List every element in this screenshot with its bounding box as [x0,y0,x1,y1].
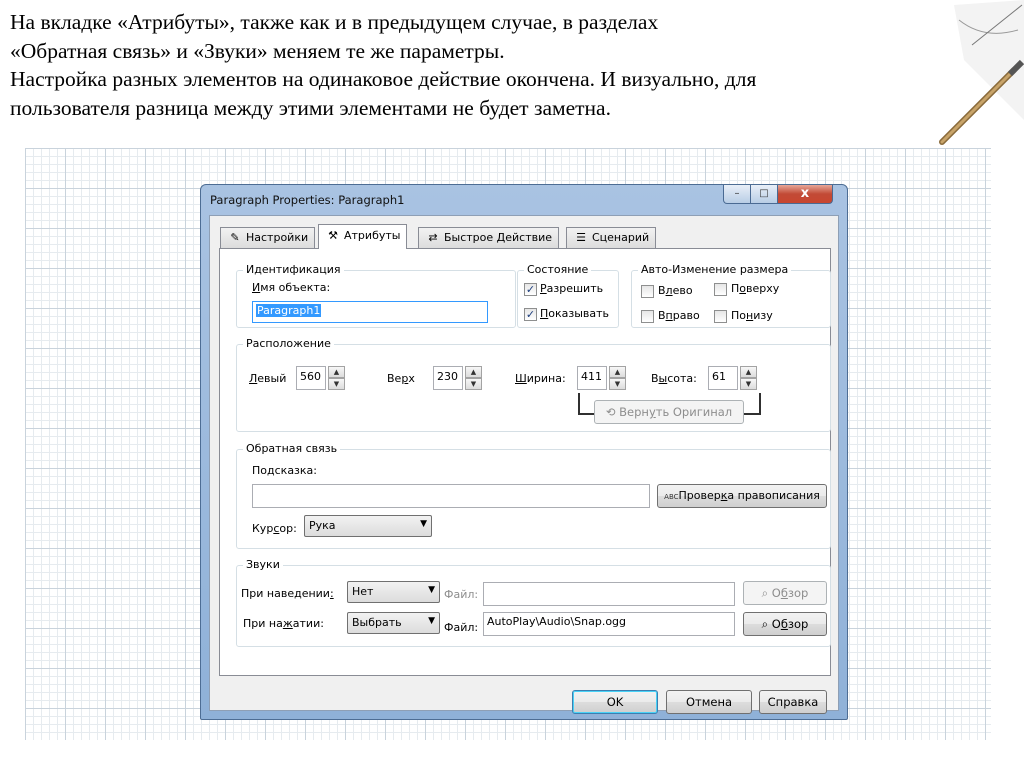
autosize-bottom-label: Понизу [731,309,773,322]
tooltip-input[interactable] [252,484,650,508]
attributes-panel: Идентификация Имя объекта: Paragraph1 Со… [219,248,831,676]
spell-check-icon: ABC [664,493,679,501]
spin-down-icon[interactable]: ▼ [609,378,626,390]
tab-settings[interactable]: ✎ Настройки [220,227,316,248]
group-legend: Состояние [524,263,592,276]
width-value[interactable]: 411 [577,366,607,390]
tab-label: Атрибуты [344,229,401,242]
autosize-bottom-checkbox[interactable] [714,310,727,323]
autosize-group: Авто-Изменение размера Влево Поверху Впр… [631,263,831,328]
tab-quick-action[interactable]: ⇄ Быстрое Действие [418,227,560,248]
tooltip-label: Подсказка: [252,464,317,477]
restore-icon: ⟲ [605,405,620,419]
dialog-client: ✎ Настройки ⚒ Атрибуты ⇄ Быстрое Действие ☰… [209,215,839,714]
height-value[interactable]: 61 [708,366,738,390]
left-label: Левый [249,372,287,385]
slide-text-line: «Обратная связь» и «Звуки» меняем те же … [10,38,505,63]
script-icon: ☰ [576,231,586,244]
tab-label: Сценарий [592,231,650,244]
spin-up-icon[interactable]: ▲ [328,366,345,378]
slide-text-line: Настройка разных элементов на одинаковое… [10,67,757,91]
spin-up-icon[interactable]: ▲ [609,366,626,378]
feedback-group: Обратная связь Подсказка: ABCПроверка пр… [236,442,831,549]
minimize-button[interactable]: – [723,185,751,204]
hover-sound-label: При наведении: [241,587,334,600]
help-button[interactable]: Справка [759,690,827,714]
height-label: Высота: [651,372,697,385]
tab-label: Настройки [246,231,309,244]
cancel-button[interactable]: Отмена [666,690,752,714]
cursor-select[interactable]: Рука ▼ [304,515,432,537]
tab-script[interactable]: ☰ Сценарий [566,227,657,248]
autosize-top-checkbox[interactable] [714,283,727,296]
group-legend: Звуки [243,558,283,571]
tab-label: Быстрое Действие [444,231,553,244]
tab-attributes[interactable]: ⚒ Атрибуты [318,224,408,249]
position-group: Расположение Левый 560 ▲ ▼ Верх 230 ▲ ▼ … [236,337,831,432]
cursor-label: Курсор: [252,522,297,535]
click-file-label: Файл: [444,621,479,634]
state-group: Состояние ✓ Разрешить ✓ Показывать [517,263,619,328]
hover-file-input[interactable] [483,582,735,606]
object-name-label: Имя объекта: [252,281,331,294]
click-browse-button[interactable]: ⌕ Обзор [743,612,827,636]
click-sound-value: Выбрать [352,616,402,629]
slide-text-line: На вкладке «Атрибуты», также как и в пре… [10,10,659,34]
group-legend: Идентификация [243,263,344,276]
maximize-button[interactable]: □ [750,185,778,204]
enable-checkbox[interactable]: ✓ [524,283,537,296]
click-sound-select[interactable]: Выбрать ▼ [347,612,440,634]
top-label: Верх [387,372,415,385]
autosize-right-checkbox[interactable] [641,310,654,323]
autosize-left-label: Влево [658,284,693,297]
slide-text-line: пользователя разница между этими элемент… [10,95,611,120]
sounds-group: Звуки При наведении: Нет ▼ Файл: ⌕ Обзор… [236,558,831,647]
object-name-input[interactable]: Paragraph1 [252,301,488,323]
close-button[interactable]: x [777,185,833,204]
top-value[interactable]: 230 [433,366,463,390]
quick-action-icon: ⇄ [428,231,438,244]
group-legend: Авто-Изменение размера [638,263,792,276]
click-file-input[interactable]: AutoPlay\Audio\Snap.ogg [483,612,735,636]
autosize-top-label: Поверху [731,282,780,295]
group-legend: Обратная связь [243,442,341,455]
autosize-right-label: Вправо [658,309,700,322]
pencil-icon: ✎ [230,231,240,244]
left-value[interactable]: 560 [296,366,326,390]
show-checkbox[interactable]: ✓ [524,308,537,321]
spin-down-icon[interactable]: ▼ [465,378,482,390]
show-label: Показывать [540,307,610,320]
hover-sound-select[interactable]: Нет ▼ [347,581,440,603]
enable-label: Разрешить [540,282,604,295]
slide-text: На вкладке «Атрибуты», также как и в пре… [10,8,1010,122]
browse-icon: ⌕ [761,586,772,600]
chevron-down-icon: ▼ [428,616,435,626]
chevron-down-icon: ▼ [420,519,427,529]
restore-original-button[interactable]: ⟲ Вернуть Оригинал [594,400,744,424]
spin-up-icon[interactable]: ▲ [465,366,482,378]
ok-button[interactable]: OK [572,690,658,714]
chevron-down-icon: ▼ [428,585,435,595]
tools-icon: ⚒ [328,229,338,242]
spin-down-icon[interactable]: ▼ [740,378,757,390]
group-legend: Расположение [243,337,334,350]
paragraph-properties-dialog: Paragraph Properties: Paragraph1 – □ x ✎… [200,184,848,720]
browse-icon: ⌕ [761,617,772,631]
width-label: Ширина: [515,372,566,385]
click-sound-label: При нажатии: [243,617,324,630]
autosize-left-checkbox[interactable] [641,285,654,298]
hover-sound-value: Нет [352,585,374,598]
spin-down-icon[interactable]: ▼ [328,378,345,390]
cursor-value: Рука [309,519,336,532]
hover-file-label: Файл: [444,588,479,601]
spin-up-icon[interactable]: ▲ [740,366,757,378]
spell-check-button[interactable]: ABCПроверка правописания [657,484,827,508]
window-title: Paragraph Properties: Paragraph1 [210,193,405,207]
identification-group: Идентификация Имя объекта: Paragraph1 [236,263,516,328]
hover-browse-button[interactable]: ⌕ Обзор [743,581,827,605]
